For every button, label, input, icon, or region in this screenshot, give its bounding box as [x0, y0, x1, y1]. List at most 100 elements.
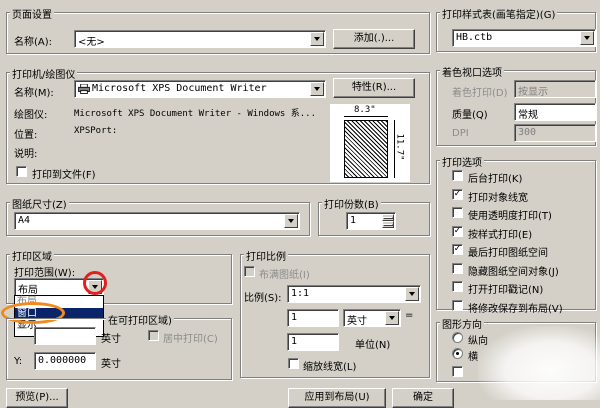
location-label: 位置: — [14, 130, 38, 141]
shade-plot-value: 按显示 — [518, 87, 548, 98]
plot-option-checkbox[interactable] — [452, 170, 463, 181]
plot-option-checkbox[interactable] — [452, 262, 463, 274]
print-area-group-label: 打印区域 — [10, 248, 54, 263]
spin-down-icon[interactable] — [382, 221, 394, 228]
page-setup-name-value: <无> — [78, 37, 105, 48]
scale-value1-input[interactable]: 1 — [287, 309, 339, 327]
plot-option-label: 后台打印(K) — [468, 174, 523, 185]
copies-spinner[interactable] — [382, 214, 394, 228]
printer-name-select[interactable]: Microsoft XPS Document Writer — [74, 80, 326, 98]
y-offset-unit: 英寸 — [101, 359, 121, 370]
scale-unit-select[interactable]: 英寸 — [343, 309, 401, 327]
print-to-file-checkbox[interactable] — [16, 166, 27, 177]
preview-button[interactable]: 预览(P)... — [6, 388, 68, 408]
portrait-radio[interactable] — [452, 332, 463, 343]
unit-label: 单位(N) — [355, 340, 391, 351]
scale-value1: 1 — [291, 312, 298, 323]
quality-value: 常规 — [518, 110, 538, 121]
description-label: 说明: — [14, 149, 38, 160]
y-offset-value: 0.000000 — [38, 355, 87, 366]
chevron-down-icon[interactable] — [284, 214, 298, 228]
offset-group-label: 在可打印区域) — [106, 312, 174, 327]
plot-option-checkbox[interactable] — [452, 281, 463, 292]
preview-width-label: 8.3" — [354, 105, 376, 115]
print-range-label: 打印范围(W): — [14, 268, 76, 279]
style-table-group-label: 打印样式表(画笔指定)(G) — [440, 6, 558, 21]
copies-input[interactable]: 1 — [346, 212, 396, 230]
center-plot-label: 居中打印(C) — [163, 334, 218, 345]
scale-equals: = — [405, 310, 414, 321]
scale-lineweights-checkbox[interactable] — [288, 358, 299, 369]
fit-to-paper-label: 布满图纸(I) — [259, 270, 310, 281]
scale-value2: 1 — [291, 336, 298, 347]
add-page-setup-button[interactable]: 添加(.)... — [333, 29, 415, 49]
paper-preview: 8.3" 11.7" — [330, 104, 410, 182]
paper-size-group-label: 图纸尺寸(Z) — [10, 196, 69, 211]
print-to-file-label: 打印到文件(F) — [32, 170, 96, 181]
scale-value2-input[interactable]: 1 — [287, 333, 339, 351]
dpi-input[interactable]: 300 — [514, 124, 596, 142]
watermark-glare — [478, 326, 600, 400]
paper-size-select[interactable]: A4 — [14, 212, 300, 230]
x-offset-unit: 英寸 — [101, 334, 121, 345]
plot-option-checkbox[interactable] — [452, 299, 463, 311]
dpi-label: DPI — [452, 128, 469, 139]
copies-value: 1 — [350, 215, 357, 226]
plot-option-label: 按样式打印(E) — [468, 229, 533, 241]
chevron-down-icon[interactable] — [580, 31, 594, 45]
spin-up-icon[interactable] — [382, 214, 394, 221]
plot-option-checkbox[interactable]: ✓ — [452, 225, 463, 237]
landscape-radio[interactable] — [452, 348, 463, 359]
fit-to-paper-checkbox[interactable] — [244, 266, 255, 277]
plot-option-label: 使用透明度打印(T) — [468, 211, 552, 222]
scale-lineweights-label: 缩放线宽(L) — [303, 362, 357, 373]
style-table-select[interactable]: HB.ctb — [452, 29, 596, 47]
red-circle-annotation — [83, 271, 107, 295]
preview-width-dimline — [344, 116, 388, 117]
chevron-down-icon[interactable] — [310, 82, 324, 96]
shaded-viewport-group-label: 着色视口选项 — [440, 64, 504, 79]
plotter-value: Microsoft XPS Document Writer - Windows … — [74, 109, 316, 119]
scale-group-label: 打印比例 — [244, 248, 288, 263]
plot-option-label: 将修改保存到布局(V) — [468, 303, 563, 315]
style-table-value: HB.ctb — [456, 32, 493, 43]
scale-select[interactable]: 1:1 — [287, 285, 421, 303]
plot-option-checkbox[interactable]: ✓ — [452, 188, 463, 200]
plot-option-checkbox[interactable] — [452, 207, 463, 218]
plot-option-checkbox[interactable]: ✓ — [452, 244, 463, 255]
quality-select[interactable]: 常规 — [514, 103, 596, 121]
plot-options-group-label: 打印选项 — [440, 154, 484, 169]
center-plot-checkbox[interactable] — [148, 330, 159, 341]
scale-unit-value: 英寸 — [347, 316, 367, 327]
upside-down-checkbox[interactable] — [452, 366, 463, 377]
ok-button[interactable]: 确定 — [392, 388, 454, 408]
plot-option-label: 打开打印戳记(N) — [468, 285, 544, 296]
printer-group-label: 打印机/绘图仪 — [10, 66, 78, 81]
location-value: XPSPort: — [74, 126, 118, 136]
quality-label: 质量(Q) — [452, 110, 488, 121]
page-setup-group-label: 页面设置 — [10, 6, 54, 21]
plotter-label: 绘图仪: — [14, 110, 48, 121]
properties-button[interactable]: 特性(R)... — [333, 78, 415, 98]
printer-name-label: 名称(M): — [14, 88, 54, 99]
y-offset-label: Y: — [14, 356, 23, 367]
x-offset-input[interactable] — [34, 327, 96, 345]
apply-to-layout-button[interactable]: 应用到布局(U) — [288, 388, 386, 408]
chevron-down-icon[interactable] — [385, 311, 399, 325]
printer-name-value: Microsoft XPS Document Writer — [92, 83, 267, 94]
plot-option-label: 隐藏图纸空间对象(J) — [468, 266, 559, 278]
dpi-value: 300 — [518, 127, 537, 138]
page-setup-name-label: 名称(A): — [14, 37, 53, 48]
paper-size-value: A4 — [18, 215, 31, 226]
shade-plot-select[interactable]: 按显示 — [514, 80, 596, 98]
y-offset-input[interactable]: 0.000000 — [34, 352, 96, 370]
printer-icon — [78, 83, 90, 94]
plot-option-label: 最后打印图纸空间 — [468, 248, 548, 259]
chevron-down-icon[interactable] — [310, 32, 324, 46]
chevron-down-icon[interactable] — [405, 287, 419, 301]
copies-group-label: 打印份数(B) — [322, 196, 381, 211]
page-setup-name-select[interactable]: <无> — [74, 30, 326, 48]
plot-option-label: 打印对象线宽 — [468, 192, 528, 204]
landscape-label: 横 — [468, 352, 478, 363]
scale-value: 1:1 — [291, 288, 310, 299]
